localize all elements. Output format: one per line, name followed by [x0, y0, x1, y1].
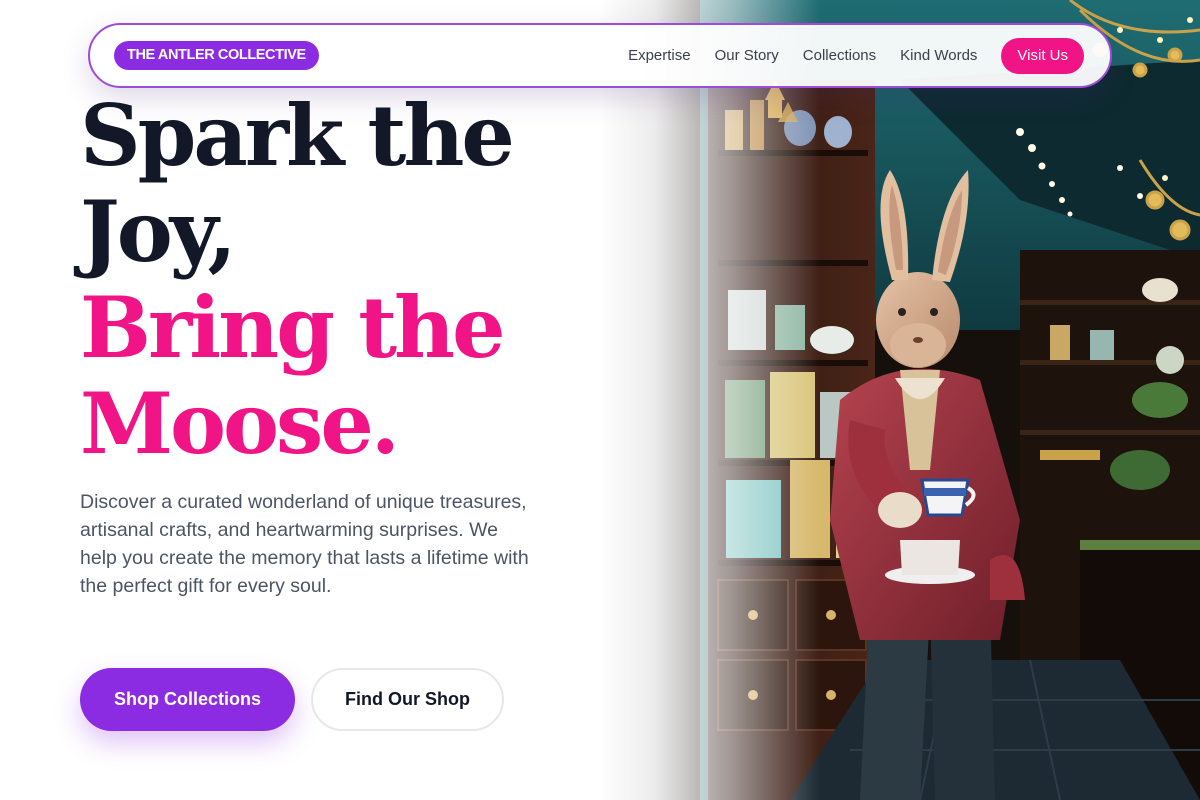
brand-logo[interactable]: THE ANTLER COLLECTIVE — [114, 41, 319, 70]
nav-link-kind-words[interactable]: Kind Words — [900, 47, 977, 64]
top-navbar: THE ANTLER COLLECTIVE Expertise Our Stor… — [88, 23, 1112, 88]
hero-headline: Spark the Joy, Bring the Moose. — [80, 88, 600, 472]
headline-line-1: Spark the — [80, 86, 515, 185]
nav-link-expertise[interactable]: Expertise — [628, 47, 691, 64]
nav-link-collections[interactable]: Collections — [803, 47, 876, 64]
headline-line-4: Moose. — [80, 374, 400, 473]
headline-line-3: Bring the — [80, 278, 506, 377]
hero-description: Discover a curated wonderland of unique … — [80, 491, 529, 597]
visit-us-button[interactable]: Visit Us — [1001, 37, 1084, 74]
nav-links: Expertise Our Story Collections Kind Wor… — [628, 37, 1084, 74]
find-our-shop-button[interactable]: Find Our Shop — [311, 668, 504, 731]
headline-line-2: Joy, — [80, 182, 237, 281]
shop-collections-button[interactable]: Shop Collections — [80, 668, 295, 731]
nav-link-our-story[interactable]: Our Story — [715, 47, 779, 64]
hero-shop-photo — [600, 0, 1200, 800]
